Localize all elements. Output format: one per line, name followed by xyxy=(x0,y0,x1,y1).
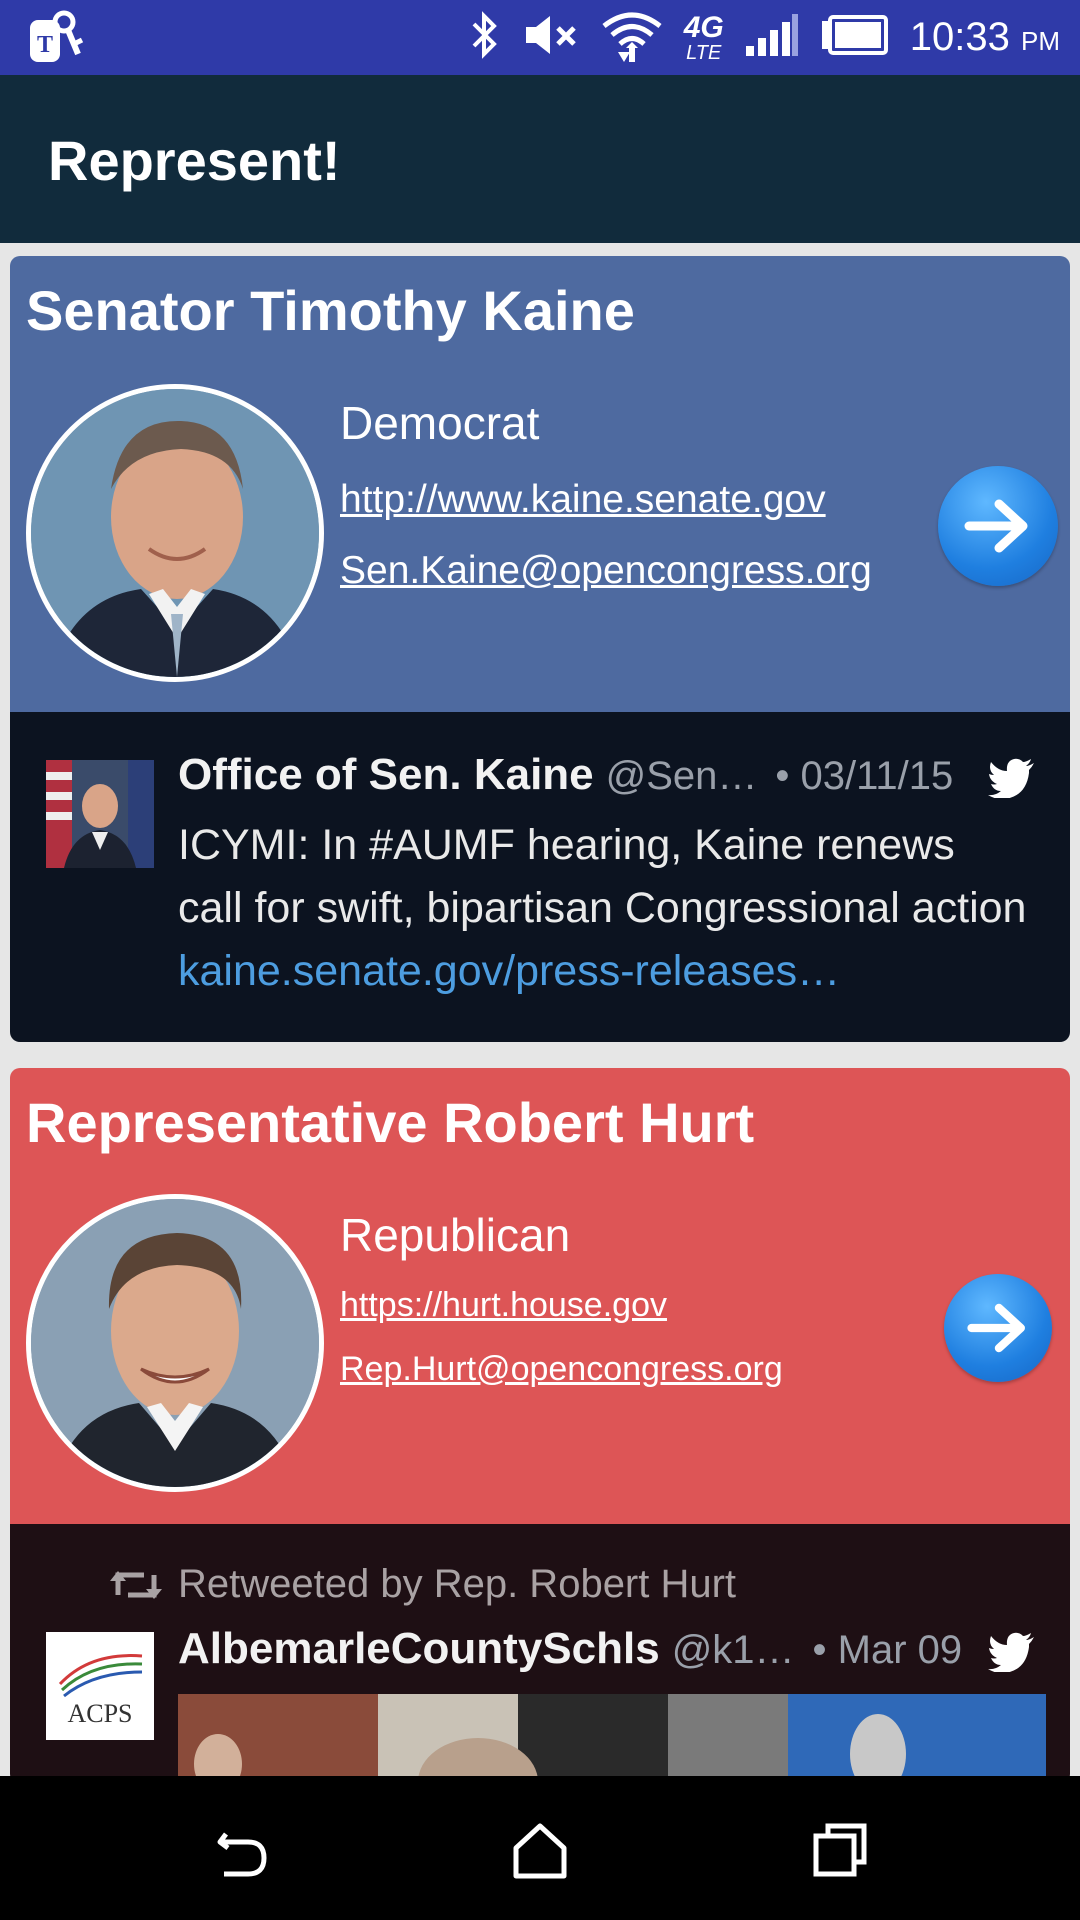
email-link[interactable]: Rep.Hurt@opencongress.org xyxy=(340,1350,783,1389)
carrier-key-icon: T xyxy=(26,8,84,68)
tweet-date: • 03/11/15 xyxy=(775,754,954,798)
navigation-bar xyxy=(0,1776,1080,1920)
details-arrow-button[interactable] xyxy=(944,1274,1052,1382)
recents-icon[interactable] xyxy=(810,1820,870,1880)
home-icon[interactable] xyxy=(510,1820,570,1880)
tweet-avatar: ACPS xyxy=(46,1632,154,1740)
back-icon[interactable] xyxy=(210,1820,270,1880)
rep-name: Senator Timothy Kaine xyxy=(26,279,635,342)
tweet-header: AlbemarleCountySchls @k1… • Mar 09 xyxy=(178,1624,1000,1674)
rep-photo xyxy=(26,1194,324,1492)
wifi-icon xyxy=(600,6,664,69)
signal-icon xyxy=(744,12,800,63)
card-header: Senator Timothy Kaine Democrat http://ww… xyxy=(10,256,1070,712)
tweet-media-image[interactable] xyxy=(178,1694,1046,1784)
card-header: Representative Robert Hurt Republican ht… xyxy=(10,1068,1070,1524)
svg-text:ACPS: ACPS xyxy=(67,1699,132,1728)
representative-card[interactable]: Senator Timothy Kaine Democrat http://ww… xyxy=(10,256,1070,1042)
svg-text:T: T xyxy=(37,32,53,58)
tweet-link[interactable]: kaine.senate.gov/press-releases… xyxy=(178,947,840,995)
tweet[interactable]: Office of Sen. Kaine @Sen… • 03/11/15 IC… xyxy=(10,712,1070,1042)
network-type-icon: 4G LTE xyxy=(683,10,724,64)
tweet-header: Office of Sen. Kaine @Sen… • 03/11/15 xyxy=(178,750,1000,800)
bluetooth-icon xyxy=(468,10,502,65)
clock: 10:33 PM xyxy=(909,15,1060,59)
tweet-date: • Mar 09 xyxy=(812,1628,963,1672)
tweet-handle: @k1… xyxy=(671,1628,795,1672)
twitter-bird-icon xyxy=(988,758,1034,798)
arrow-right-icon xyxy=(964,499,1028,553)
party-label: Democrat xyxy=(340,397,540,449)
website-link[interactable]: https://hurt.house.gov xyxy=(340,1286,667,1325)
retweet-line: Retweeted by Rep. Robert Hurt xyxy=(110,1562,736,1607)
retweeted-by: Retweeted by Rep. Robert Hurt xyxy=(178,1562,737,1606)
app-title: Represent! xyxy=(48,129,341,192)
tweet[interactable]: Retweeted by Rep. Robert Hurt ACPS Albem… xyxy=(10,1524,1070,1784)
website-link[interactable]: http://www.kaine.senate.gov xyxy=(340,478,826,522)
tweet-text: ICYMI: In #AUMF hearing, Kaine renews ca… xyxy=(178,821,1027,995)
rep-name: Representative Robert Hurt xyxy=(26,1091,755,1154)
representative-card[interactable]: Representative Robert Hurt Republican ht… xyxy=(10,1068,1070,1784)
twitter-bird-icon xyxy=(988,1632,1034,1672)
details-arrow-button[interactable] xyxy=(938,466,1058,586)
tweet-author: AlbemarleCountySchls xyxy=(178,1624,660,1673)
party-label: Republican xyxy=(340,1209,571,1261)
arrow-right-icon xyxy=(967,1303,1025,1353)
tweet-avatar xyxy=(46,760,154,868)
status-bar: T 4G LTE 10:33 PM xyxy=(0,0,1080,75)
tweet-handle: @Sen… xyxy=(605,754,758,798)
volume-muted-icon xyxy=(522,12,580,63)
retweet-icon xyxy=(110,1570,162,1599)
app-bar: Represent! xyxy=(0,75,1080,243)
rep-photo xyxy=(26,384,324,682)
tweet-author: Office of Sen. Kaine xyxy=(178,750,594,799)
email-link[interactable]: Sen.Kaine@opencongress.org xyxy=(340,549,872,593)
battery-icon xyxy=(820,15,890,60)
